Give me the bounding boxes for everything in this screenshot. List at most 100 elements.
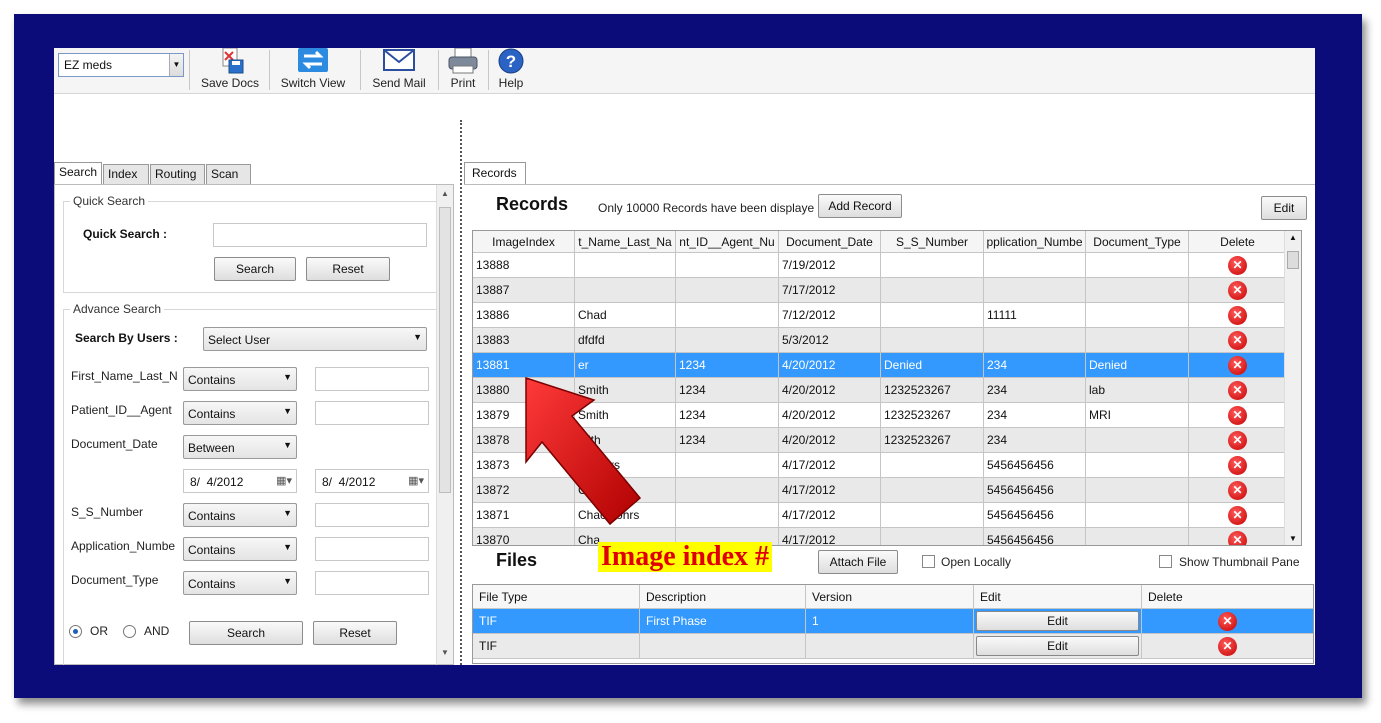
table-cell [1086, 278, 1189, 302]
operator-value: Contains [188, 373, 236, 387]
table-cell: Chac ohrs [575, 503, 676, 527]
ss-number-operator[interactable]: Contains ▼ [183, 503, 297, 527]
first-name-input[interactable] [315, 367, 429, 391]
table-row[interactable]: 13880 Smith 1234 4/20/2012 1232523267 234 lab ✕ [473, 378, 1287, 403]
delete-icon[interactable]: ✕ [1228, 306, 1247, 326]
document-date-operator[interactable]: Between ▼ [183, 435, 297, 459]
patient-id-input[interactable] [315, 401, 429, 425]
quick-search-input[interactable] [213, 223, 427, 247]
column-header[interactable]: ImageIndex [473, 231, 575, 253]
records-scrollbar[interactable]: ▲ ▼ [1284, 231, 1301, 545]
tab-scan[interactable]: Scan [206, 164, 251, 184]
table-row[interactable]: 13878 mith 1234 4/20/2012 1232523267 234 ✕ [473, 428, 1287, 453]
table-row[interactable]: 13883 dfdfd 5/3/2012 ✕ [473, 328, 1287, 353]
add-record-button[interactable]: Add Record [818, 194, 902, 218]
file-edit-button[interactable]: Edit [976, 636, 1139, 656]
left-scrollbar[interactable]: ▲ ▼ [436, 185, 453, 664]
delete-icon[interactable]: ✕ [1228, 381, 1247, 401]
table-row[interactable]: 13888 7/19/2012 ✕ [473, 253, 1287, 278]
delete-icon[interactable]: ✕ [1228, 456, 1247, 476]
document-type-operator[interactable]: Contains ▼ [183, 571, 297, 595]
delete-icon[interactable]: ✕ [1228, 331, 1247, 351]
scroll-up-icon[interactable]: ▲ [437, 189, 453, 203]
column-header[interactable]: pplication_Numbe [984, 231, 1086, 253]
column-header[interactable]: nt_ID__Agent_Nu [676, 231, 779, 253]
calendar-icon[interactable]: ▦▾ [276, 474, 292, 487]
scroll-up-icon[interactable]: ▲ [1289, 233, 1297, 242]
advance-reset-button[interactable]: Reset [313, 621, 397, 645]
advance-search-button[interactable]: Search [189, 621, 303, 645]
column-header[interactable]: Document_Date [779, 231, 881, 253]
table-row[interactable]: 13871 Chac ohrs 4/17/2012 5456456456 ✕ [473, 503, 1287, 528]
document-type-input[interactable] [315, 571, 429, 595]
table-row[interactable]: 13887 7/17/2012 ✕ [473, 278, 1287, 303]
print-button[interactable]: Print [444, 48, 482, 92]
tab-search[interactable]: Search [54, 162, 102, 184]
scroll-down-icon[interactable]: ▼ [437, 648, 453, 662]
column-header[interactable]: Delete [1189, 231, 1287, 253]
first-name-operator[interactable]: Contains ▼ [183, 367, 297, 391]
delete-icon[interactable]: ✕ [1228, 281, 1247, 301]
scroll-down-icon[interactable]: ▼ [1289, 534, 1297, 543]
tab-routing[interactable]: Routing [150, 164, 205, 184]
application-number-input[interactable] [315, 537, 429, 561]
table-row[interactable]: 13872 C ohrs 4/17/2012 5456456456 ✕ [473, 478, 1287, 503]
table-cell [676, 278, 779, 302]
application-number-operator[interactable]: Contains ▼ [183, 537, 297, 561]
user-select[interactable]: Select User ▼ [203, 327, 427, 351]
table-cell [676, 303, 779, 327]
chevron-down-icon: ▼ [283, 440, 292, 450]
table-row[interactable]: 13881 er 1234 4/20/2012 Denied 234 Denied ✕ [473, 353, 1287, 378]
file-edit-button[interactable]: Edit [976, 611, 1139, 631]
file-row[interactable]: TIF First Phase 1 Edit ✕ [473, 609, 1313, 634]
column-header[interactable]: t_Name_Last_Na [575, 231, 676, 253]
send-mail-button[interactable]: Send Mail [366, 48, 432, 92]
column-header[interactable]: S_S_Number [881, 231, 984, 253]
switch-view-button[interactable]: Switch View [274, 48, 352, 92]
column-header[interactable]: Document_Type [1086, 231, 1189, 253]
delete-icon[interactable]: ✕ [1228, 406, 1247, 426]
save-docs-button[interactable]: Save Docs [194, 48, 266, 92]
scroll-thumb[interactable] [1287, 251, 1299, 269]
delete-icon[interactable]: ✕ [1228, 256, 1247, 276]
delete-icon[interactable]: ✕ [1228, 431, 1247, 451]
delete-cell: ✕ [1189, 303, 1287, 327]
attach-file-button[interactable]: Attach File [818, 550, 898, 574]
tab-records[interactable]: Records [464, 162, 526, 184]
app-select[interactable]: EZ meds ▼ [58, 53, 184, 77]
field-label-document-type: Document_Type [71, 573, 159, 587]
ss-number-input[interactable] [315, 503, 429, 527]
delete-icon[interactable]: ✕ [1228, 506, 1247, 526]
records-edit-button[interactable]: Edit [1261, 196, 1307, 220]
table-cell: 5456456456 [984, 528, 1086, 545]
switch-view-icon [298, 48, 328, 72]
show-thumbnail-checkbox[interactable] [1159, 555, 1172, 568]
and-radio[interactable] [123, 625, 136, 638]
quick-search-button[interactable]: Search [214, 257, 296, 281]
date-to-picker[interactable]: 8/ 4/2012 ▦▾ [315, 469, 429, 493]
panel-splitter[interactable] [460, 120, 462, 665]
chevron-down-icon[interactable]: ▼ [169, 54, 183, 76]
delete-icon[interactable]: ✕ [1228, 356, 1247, 376]
patient-id-operator[interactable]: Contains ▼ [183, 401, 297, 425]
or-radio[interactable] [69, 625, 82, 638]
delete-icon[interactable]: ✕ [1218, 612, 1237, 632]
delete-icon[interactable]: ✕ [1228, 531, 1247, 545]
calendar-icon[interactable]: ▦▾ [408, 474, 424, 487]
quick-reset-button[interactable]: Reset [306, 257, 390, 281]
delete-icon[interactable]: ✕ [1228, 481, 1247, 501]
open-locally-checkbox[interactable] [922, 555, 935, 568]
table-row[interactable]: 13873 d Cohrs 4/17/2012 5456456456 ✕ [473, 453, 1287, 478]
table-cell: 234 [984, 428, 1086, 452]
tab-index[interactable]: Index [103, 164, 149, 184]
scroll-thumb[interactable] [439, 207, 451, 493]
table-row[interactable]: 13870 Cha 4/17/2012 5456456456 ✕ [473, 528, 1287, 545]
delete-cell: ✕ [1189, 253, 1287, 277]
table-row[interactable]: 13879 Smith 1234 4/20/2012 1232523267 234 MRI ✕ [473, 403, 1287, 428]
file-row[interactable]: TIF Edit ✕ [473, 634, 1313, 659]
date-from-picker[interactable]: 8/ 4/2012 ▦▾ [183, 469, 297, 493]
help-button[interactable]: ? Help [492, 48, 530, 92]
delete-icon[interactable]: ✕ [1218, 637, 1237, 657]
table-row[interactable]: 13886 Chad 7/12/2012 11111 ✕ [473, 303, 1287, 328]
table-cell: Denied [1086, 353, 1189, 377]
